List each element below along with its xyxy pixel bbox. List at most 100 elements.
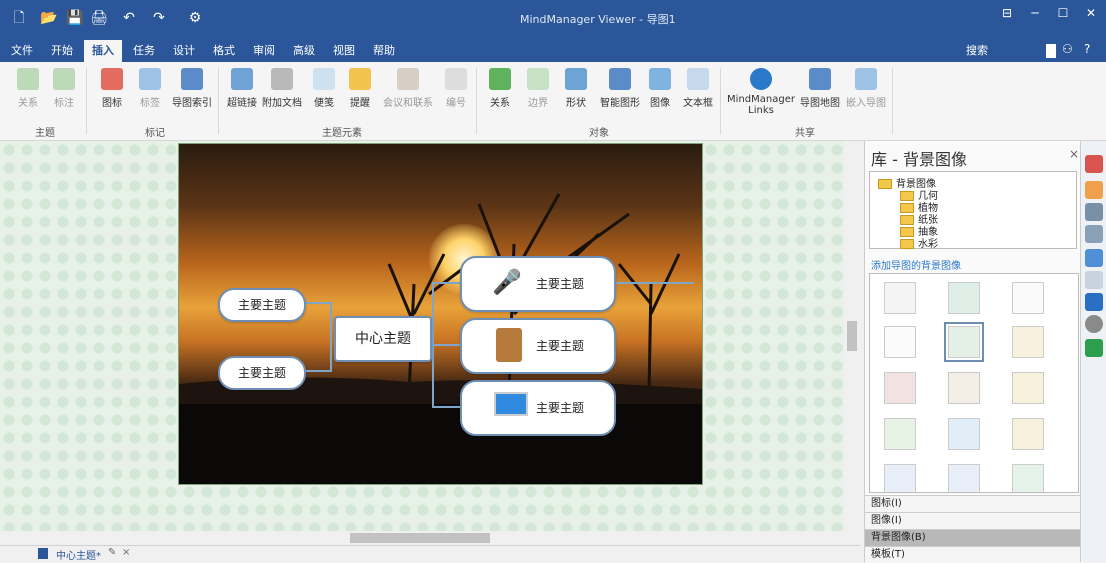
task-icon[interactable] [1085, 181, 1103, 199]
close-panel-icon[interactable]: × [1069, 147, 1079, 161]
folder-tree[interactable]: 背景图像 几何 植物 纸张 抽象 水彩 [869, 171, 1077, 250]
app-icon[interactable] [1046, 44, 1056, 58]
connector [304, 302, 330, 304]
overview-icon[interactable] [1085, 315, 1103, 333]
tab-insert[interactable]: 插入 [84, 40, 122, 62]
text-box-icon [687, 68, 709, 90]
embed-map-button[interactable]: 嵌入导图 [846, 68, 886, 109]
right-topic-3[interactable]: 主要主题 [460, 380, 616, 436]
maximize-button[interactable]: ☐ [1050, 4, 1076, 22]
tab-format[interactable]: 格式 [206, 40, 242, 62]
thumbnail[interactable] [884, 372, 916, 404]
thumbnail[interactable] [1012, 418, 1044, 450]
customize-toolbar-icon[interactable]: ⚙ [186, 9, 204, 27]
boundary-button[interactable]: 边界 [522, 68, 554, 109]
connector [432, 344, 460, 346]
tab-file[interactable]: 文件 [4, 40, 40, 62]
print-icon[interactable]: 🖨 [90, 9, 108, 27]
save-icon[interactable]: 💾 [66, 9, 84, 27]
connector [330, 302, 332, 372]
tree-item-watercolor[interactable]: 水彩 [900, 235, 938, 250]
thumbnail[interactable] [1012, 464, 1044, 492]
tab-task[interactable]: 任务 [126, 40, 162, 62]
callout-button[interactable]: 标注 [48, 68, 80, 109]
section-images[interactable]: 图像(I) [865, 512, 1087, 529]
hyperlink-button[interactable]: 超链接 [226, 68, 258, 109]
thumbnail[interactable] [884, 464, 916, 492]
attach-document-button[interactable]: 附加文档 [262, 68, 302, 109]
undo-icon[interactable]: ↶ [120, 9, 138, 27]
account-icon[interactable]: ⚇ [1062, 42, 1073, 56]
search-label[interactable]: 搜索 [966, 40, 988, 62]
properties-icon[interactable] [1085, 225, 1103, 243]
minimize-button[interactable]: ─ [1022, 4, 1048, 22]
thumbnail[interactable] [1012, 282, 1044, 314]
doc-tab[interactable]: 中心主题* [56, 547, 101, 562]
thumbnail[interactable] [948, 464, 980, 492]
thumbnail[interactable] [884, 326, 916, 358]
links-panel-icon[interactable] [1085, 293, 1103, 311]
tab-review[interactable]: 审阅 [246, 40, 282, 62]
new-file-icon[interactable]: 🗋 [10, 9, 28, 27]
divider [892, 68, 893, 134]
central-topic[interactable]: 中心主题 [334, 316, 432, 362]
close-tab-icon[interactable]: × [122, 547, 130, 558]
reminder-button[interactable]: 提醒 [344, 68, 376, 109]
relationship-object-button[interactable]: 关系 [484, 68, 516, 109]
close-button[interactable]: ✕ [1078, 4, 1104, 22]
thumbnail[interactable] [948, 418, 980, 450]
thumbnail[interactable] [1012, 326, 1044, 358]
library-icon[interactable] [1085, 155, 1103, 173]
ribbon-options-button[interactable]: ⊟ [994, 4, 1020, 22]
vertical-scroll-thumb[interactable] [847, 321, 857, 351]
thumbnail-selected[interactable] [944, 322, 984, 362]
help-icon[interactable]: ? [1084, 42, 1090, 56]
left-topic-1[interactable]: 主要主题 [218, 288, 306, 322]
shape-button[interactable]: 形状 [560, 68, 592, 109]
section-background-images[interactable]: 背景图像(B) [865, 529, 1087, 546]
tab-home[interactable]: 开始 [44, 40, 80, 62]
excel-icon[interactable] [1085, 339, 1103, 357]
mindmanager-links-button[interactable]: MindManager Links [726, 68, 796, 116]
thumbnail[interactable] [948, 372, 980, 404]
thumbnail[interactable] [884, 418, 916, 450]
meeting-contact-button[interactable]: 会议和联系 [380, 68, 436, 109]
browser-icon[interactable] [1085, 249, 1103, 267]
open-folder-icon[interactable]: 📂 [40, 9, 58, 27]
map-index-button[interactable]: 导图索引 [170, 68, 214, 109]
redo-icon[interactable]: ↷ [150, 9, 168, 27]
thumbnail[interactable] [948, 282, 980, 314]
section-icons[interactable]: 图标(I) [865, 495, 1087, 512]
horizontal-scroll-thumb[interactable] [350, 533, 490, 543]
group-label-objects: 对象 [589, 128, 609, 139]
thumbnail[interactable] [884, 282, 916, 314]
image-button[interactable]: 图像 [646, 68, 674, 109]
section-templates[interactable]: 模板(T) [865, 546, 1087, 563]
new-tab-icon[interactable]: ✎ [108, 547, 116, 558]
left-topic-2[interactable]: 主要主题 [218, 356, 306, 390]
right-topic-2[interactable]: 主要主题 [460, 318, 616, 374]
icon-button[interactable]: 图标 [96, 68, 128, 109]
map-doc-icon [38, 548, 48, 559]
relationship-button[interactable]: 关系 [12, 68, 44, 109]
search-icon[interactable] [1085, 271, 1103, 289]
link-icon [231, 68, 253, 90]
text-box-button[interactable]: 文本框 [680, 68, 716, 109]
map-map-button[interactable]: 导图地图 [800, 68, 840, 109]
tab-design[interactable]: 设计 [166, 40, 202, 62]
format-icon[interactable] [1085, 203, 1103, 221]
title-bar: 🗋 📂 💾 🖨 ↶ ↷ ⚙ MindManager Viewer - 导图1 ⊟… [0, 0, 1106, 36]
tab-advanced[interactable]: 高级 [286, 40, 322, 62]
tab-help[interactable]: 帮助 [366, 40, 402, 62]
background-gallery[interactable] [869, 273, 1079, 493]
note-button[interactable]: 便笺 [308, 68, 340, 109]
smart-shape-button[interactable]: 智能图形 [598, 68, 642, 109]
tab-view[interactable]: 视图 [326, 40, 362, 62]
numbering-button[interactable]: 编号 [440, 68, 472, 109]
right-topic-1[interactable]: 🎤 主要主题 [460, 256, 616, 312]
thumbnail[interactable] [1012, 372, 1044, 404]
tag-button[interactable]: 标签 [134, 68, 166, 109]
add-background-link[interactable]: 添加导图的背景图像 [871, 257, 961, 272]
horizontal-scrollbar[interactable] [0, 531, 848, 545]
vertical-scrollbar[interactable] [844, 141, 860, 531]
